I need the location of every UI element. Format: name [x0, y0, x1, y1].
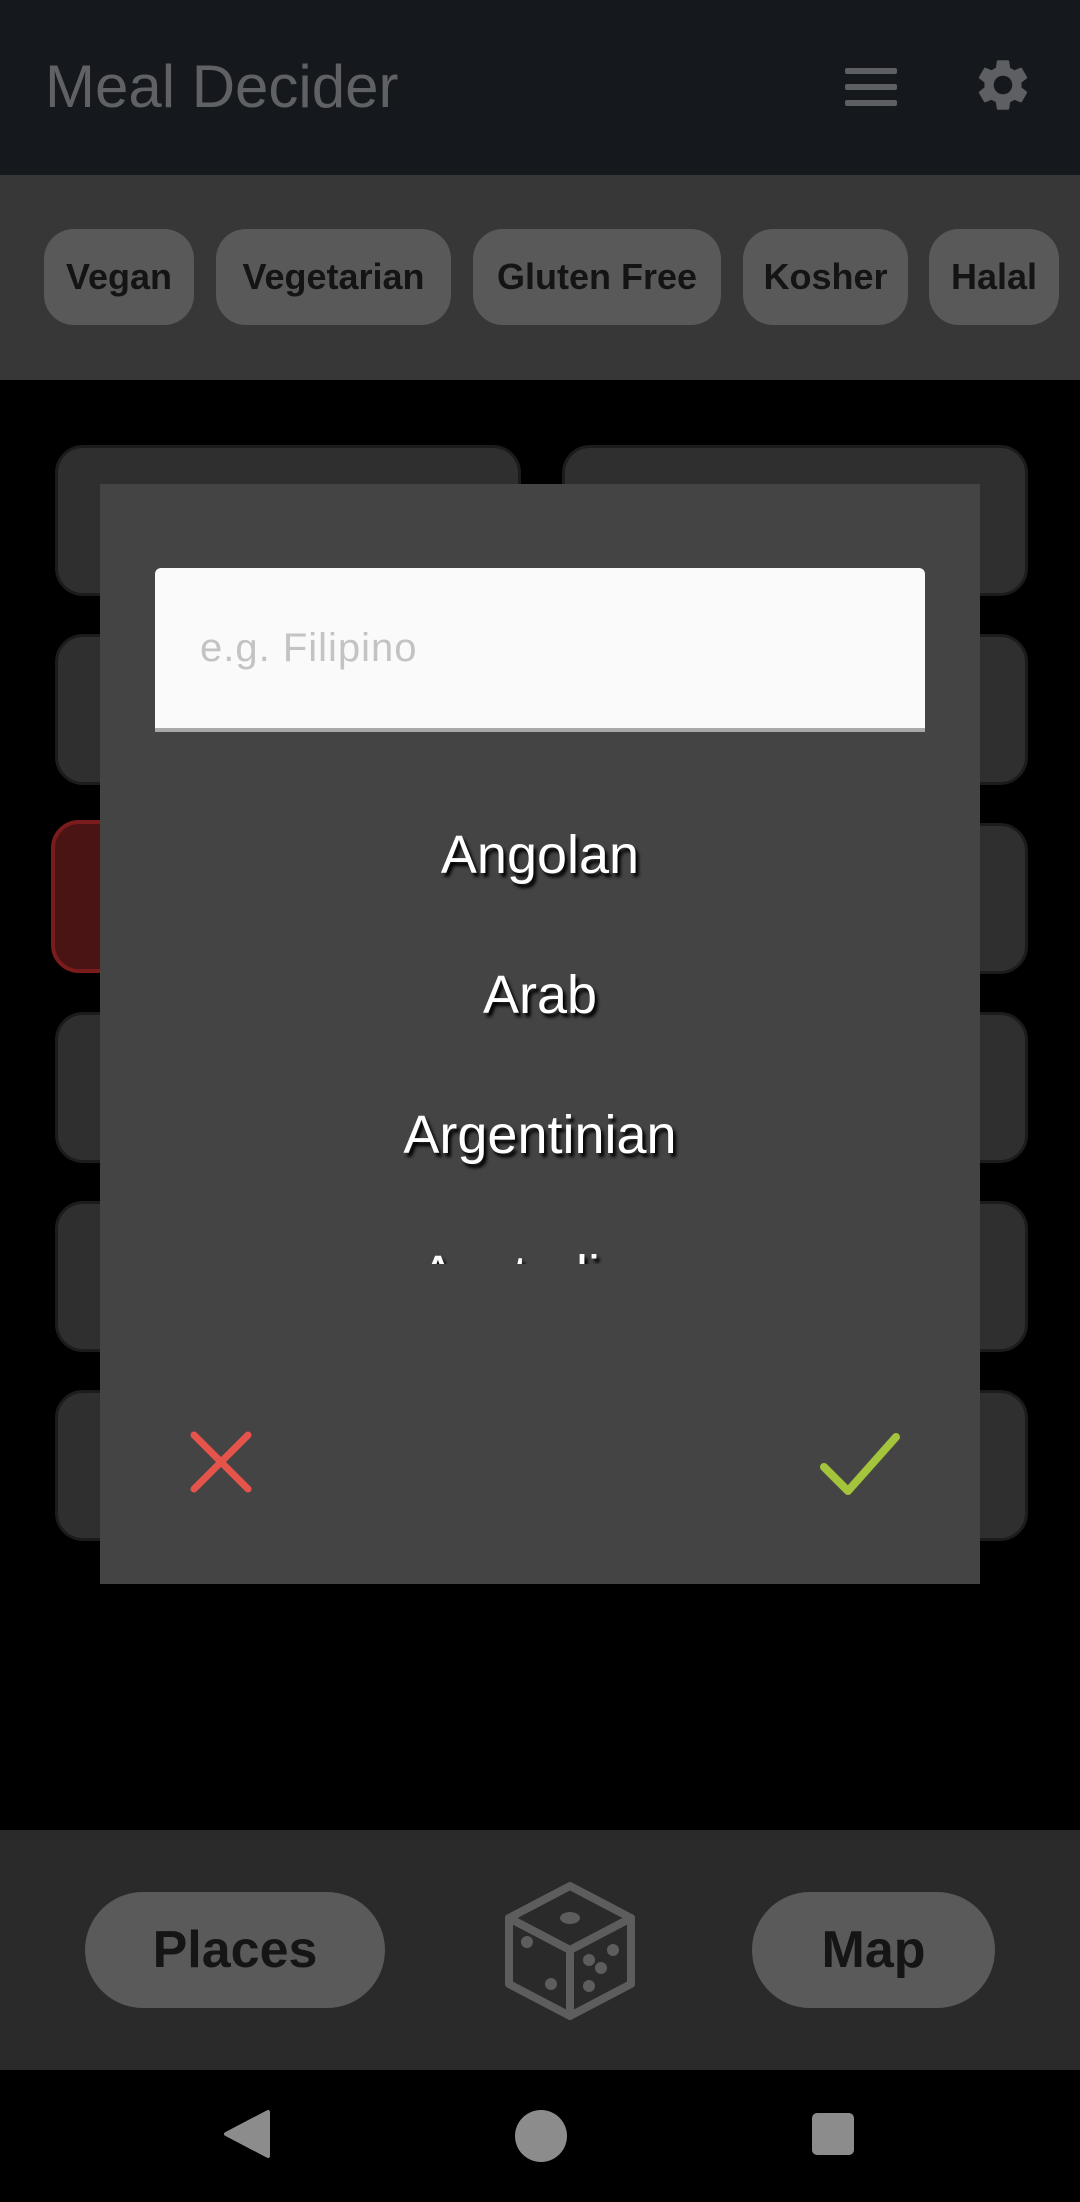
chip-gluten-free[interactable]: Gluten Free	[473, 229, 721, 325]
picker-option[interactable]: Argentinian	[100, 1104, 980, 1166]
picker-option[interactable]: Angolan	[100, 824, 980, 886]
recents-icon[interactable]	[812, 2113, 854, 2155]
search-input[interactable]	[155, 568, 925, 728]
app-title: Meal Decider	[45, 53, 399, 120]
cuisine-wheel-picker[interactable]: Angolan Arab Argentinian Australian	[100, 804, 980, 1264]
picker-option[interactable]: Arab	[100, 964, 980, 1026]
bottom-action-bar: Places Map	[0, 1830, 1080, 2070]
picker-option[interactable]: Australian	[100, 1244, 980, 1264]
gear-icon[interactable]	[972, 54, 1034, 116]
close-icon[interactable]	[188, 1429, 254, 1495]
places-button[interactable]: Places	[85, 1892, 385, 2008]
filter-chip-bar: Vegan Vegetarian Gluten Free Kosher Hala…	[0, 175, 1080, 380]
cuisine-picker-dialog: Angolan Arab Argentinian Australian	[100, 484, 980, 1584]
chip-halal[interactable]: Halal	[929, 229, 1059, 325]
home-icon[interactable]	[515, 2110, 567, 2162]
chip-vegan[interactable]: Vegan	[44, 229, 194, 325]
system-nav-bar	[0, 2070, 1080, 2202]
app-bar: Meal Decider	[0, 0, 1080, 175]
chip-kosher[interactable]: Kosher	[743, 229, 908, 325]
chip-vegetarian[interactable]: Vegetarian	[216, 229, 451, 325]
check-icon[interactable]	[818, 1429, 902, 1499]
dice-icon[interactable]	[503, 1880, 637, 2022]
map-button[interactable]: Map	[752, 1892, 995, 2008]
hamburger-menu-icon[interactable]	[845, 68, 897, 106]
back-icon[interactable]	[222, 2108, 272, 2160]
search-field[interactable]	[155, 568, 925, 732]
